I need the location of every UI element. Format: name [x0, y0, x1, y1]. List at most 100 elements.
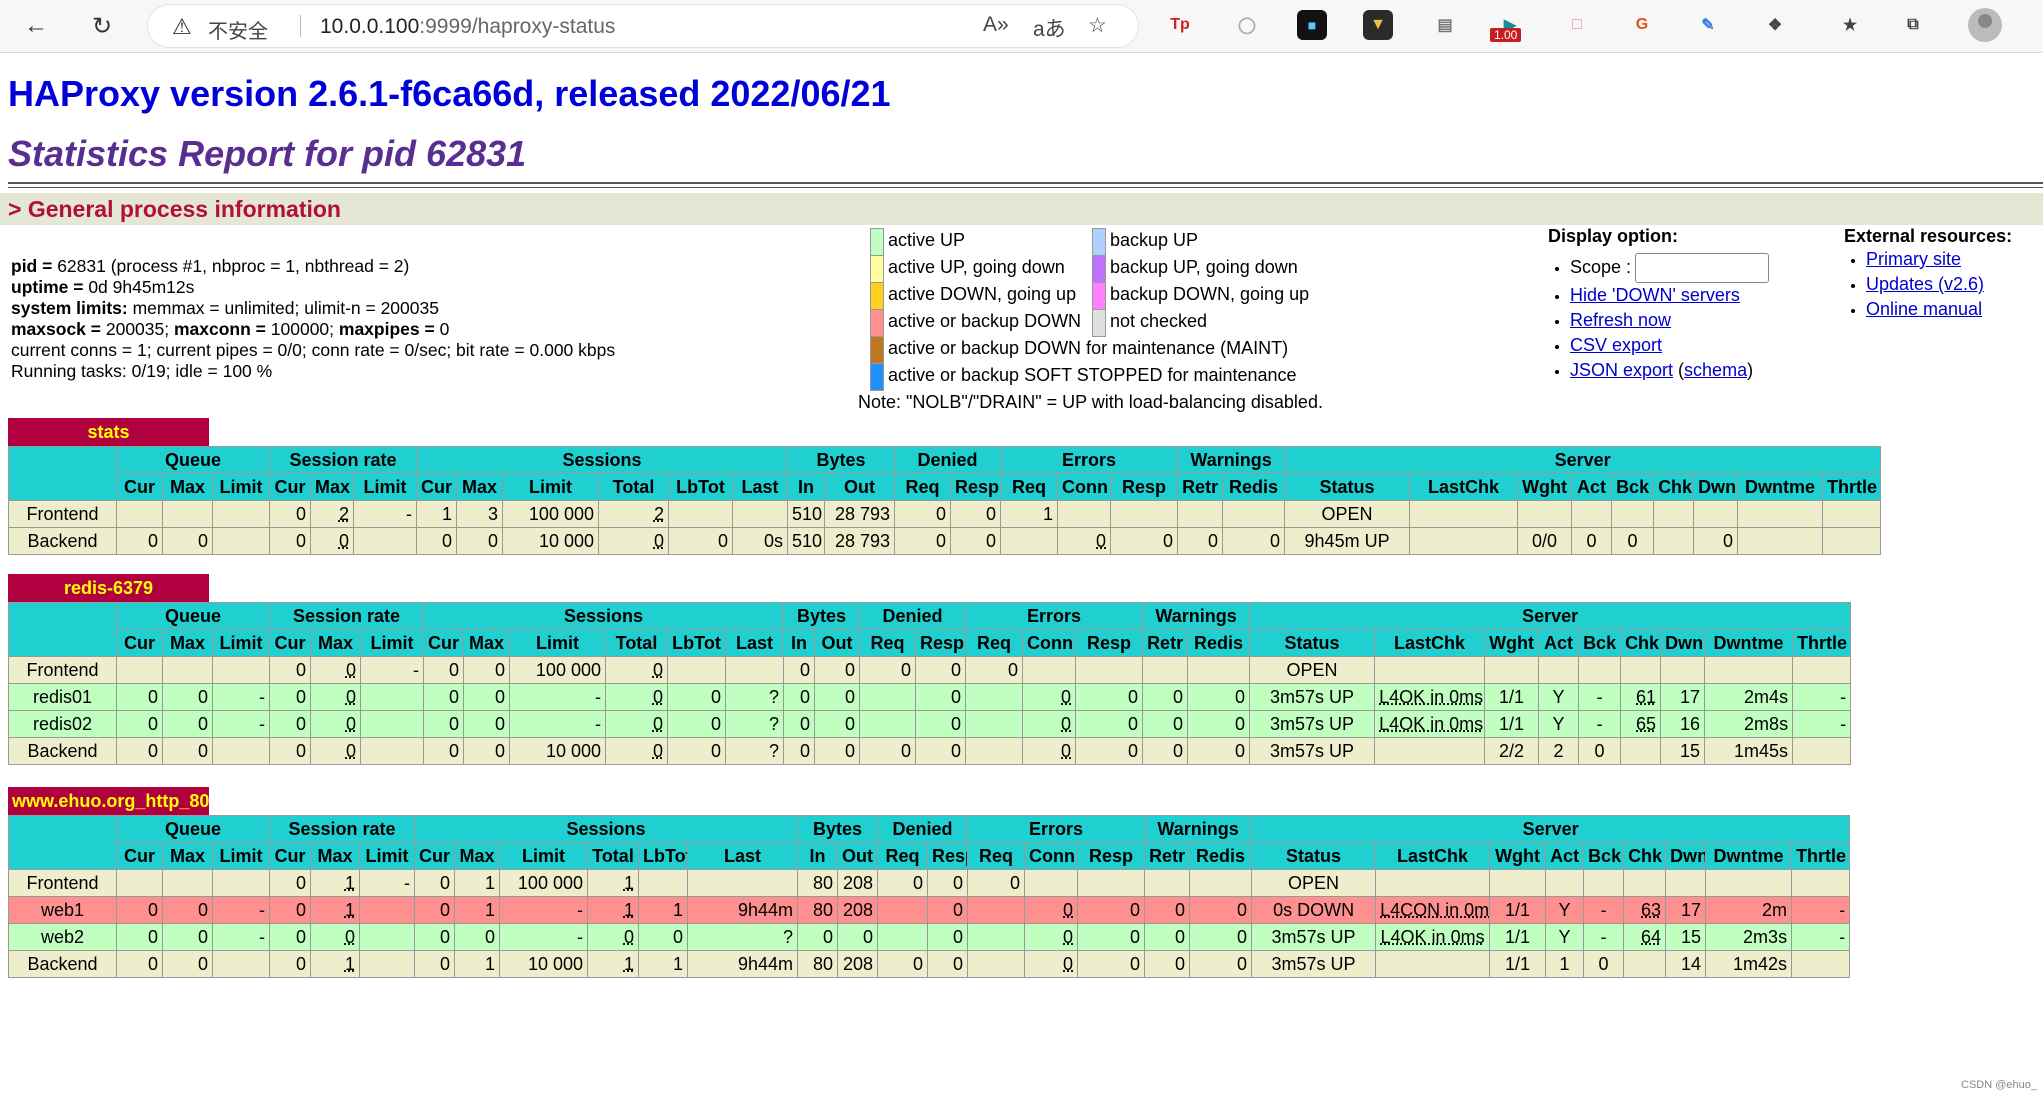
stat-cell[interactable]	[1375, 950, 1491, 978]
proxy-name[interactable]: www.ehuo.org_http_80	[8, 787, 209, 815]
stat-cell: 100 000	[509, 656, 606, 684]
row-label[interactable]: web2	[8, 923, 117, 951]
stat-cell	[360, 683, 424, 711]
row-label[interactable]: Frontend	[8, 869, 117, 897]
row-label[interactable]: redis01	[8, 683, 117, 711]
proxy-name[interactable]: redis-6379	[8, 574, 209, 602]
online-manual-link[interactable]: Online manual	[1866, 299, 1982, 319]
scope-input[interactable]	[1635, 253, 1770, 283]
stat-cell[interactable]: L4OK in 0ms	[1374, 683, 1486, 711]
extension-tv-icon[interactable]: □	[1562, 10, 1592, 40]
translate-icon[interactable]: aあ	[1033, 13, 1066, 43]
extension-translate-icon[interactable]: ✎	[1693, 10, 1723, 40]
column-header: Redis	[1222, 473, 1286, 501]
reload-icon[interactable]: ↻	[86, 10, 118, 42]
stat-cell[interactable]	[1374, 656, 1486, 684]
extension-shield-icon[interactable]: ▼	[1363, 10, 1393, 40]
back-arrow-icon[interactable]: ←	[20, 10, 52, 42]
add-favorite-icon[interactable]: ☆	[1088, 13, 1107, 38]
column-header: Max	[463, 629, 510, 657]
stat-cell: 0	[1144, 896, 1191, 924]
stat-cell: 0	[1022, 737, 1077, 765]
display-options: Display option: Scope : Hide 'DOWN' serv…	[1548, 226, 1770, 383]
stat-cell: 0	[1144, 923, 1191, 951]
updates-link[interactable]: Updates (v2.6)	[1866, 274, 1984, 294]
stat-cell: 0	[1611, 527, 1655, 555]
stat-cell: 0	[310, 683, 361, 711]
stat-cell[interactable]: L4OK in 0ms	[1375, 923, 1491, 951]
stat-cell	[360, 737, 424, 765]
row-label[interactable]: web1	[8, 896, 117, 924]
group-header: Bytes	[797, 815, 879, 843]
stat-cell	[638, 869, 688, 897]
hide-down-link[interactable]: Hide 'DOWN' servers	[1570, 285, 1740, 305]
column-header: Total	[598, 473, 669, 501]
stat-cell	[116, 656, 163, 684]
extension-reader-icon[interactable]: ▤	[1430, 10, 1460, 40]
primary-site-link[interactable]: Primary site	[1866, 249, 1961, 269]
stat-cell[interactable]	[1409, 527, 1519, 555]
stat-cell: 2	[1538, 737, 1580, 765]
row-label[interactable]: Backend	[8, 737, 117, 765]
stat-cell	[1791, 950, 1851, 978]
collections-icon[interactable]: ⧉	[1898, 10, 1928, 40]
stat-cell[interactable]: L4CON in 0ms	[1375, 896, 1491, 924]
stat-cell	[1737, 500, 1824, 528]
favorites-icon[interactable]: ★	[1835, 10, 1865, 40]
stat-cell: 0	[116, 683, 163, 711]
stat-cell	[668, 500, 733, 528]
stat-cell: 3m57s UP	[1251, 950, 1377, 978]
browser-toolbar: ← ↻ ⚠ 不安全 10.0.0.100:9999/haproxy-status…	[0, 0, 2043, 53]
stat-cell: 0	[950, 527, 1002, 555]
stat-cell: 28 793	[824, 527, 896, 555]
row-label[interactable]: Frontend	[8, 656, 117, 684]
title-divider	[8, 182, 2043, 188]
stat-cell: 0	[116, 923, 163, 951]
profile-avatar[interactable]	[1968, 8, 2002, 42]
stat-cell: 0	[1187, 737, 1251, 765]
address-bar[interactable]: ⚠ 不安全 10.0.0.100:9999/haproxy-status A» …	[148, 5, 1138, 47]
read-aloud-icon[interactable]: A»	[983, 13, 1009, 37]
stat-cell: 1	[587, 950, 639, 978]
column-header: Bck	[1611, 473, 1655, 501]
proxy-name[interactable]: stats	[8, 418, 209, 446]
stat-cell: 1	[416, 500, 457, 528]
row-label[interactable]: Backend	[8, 950, 117, 978]
stat-cell: 2m3s	[1705, 923, 1793, 951]
row-label[interactable]: redis02	[8, 710, 117, 738]
stat-cell[interactable]: L4OK in 0ms	[1374, 710, 1486, 738]
stat-cell	[212, 950, 270, 978]
csv-export-link[interactable]: CSV export	[1570, 335, 1662, 355]
stat-cell[interactable]	[1409, 500, 1519, 528]
stat-cell	[212, 869, 270, 897]
schema-link[interactable]: schema	[1684, 360, 1747, 380]
stat-cell: 0	[1189, 950, 1253, 978]
url-text[interactable]: 10.0.0.100:9999/haproxy-status	[320, 15, 615, 39]
stat-cell	[877, 923, 929, 951]
refresh-link[interactable]: Refresh now	[1570, 310, 1671, 330]
stat-cell: 3m57s UP	[1251, 923, 1377, 951]
stat-cell: 1/1	[1489, 950, 1547, 978]
extensions-puzzle-icon[interactable]: ❖	[1760, 10, 1790, 40]
stat-cell: 208	[837, 950, 879, 978]
group-header: Sessions	[415, 446, 789, 474]
extension-g-icon[interactable]: G	[1627, 10, 1657, 40]
column-header: Retr	[1142, 629, 1189, 657]
row-label[interactable]: Backend	[8, 527, 117, 555]
json-export-link[interactable]: JSON export	[1570, 360, 1673, 380]
stat-cell	[724, 656, 785, 684]
stat-cell: 0	[423, 710, 464, 738]
stat-cell: 17	[1665, 896, 1707, 924]
row-label[interactable]: Frontend	[8, 500, 117, 528]
stat-cell: -	[499, 923, 588, 951]
extension-game-icon[interactable]: ■	[1297, 10, 1327, 40]
legend-label: active or backup SOFT STOPPED for mainte…	[888, 365, 1297, 385]
extension-tp-icon[interactable]: Tp	[1165, 10, 1195, 40]
table-row: Backend 0 0 0 0 0 0 10 000 0 0? 0 0 0 0 0 0 0 0 3m57s UP 2/…	[8, 737, 1852, 765]
stat-cell[interactable]	[1374, 737, 1486, 765]
column-header: Conn	[1057, 473, 1112, 501]
column-header: In	[787, 473, 826, 501]
stat-cell[interactable]	[1375, 869, 1491, 897]
extension-arch-icon[interactable]: ◯	[1232, 10, 1262, 40]
column-header: LbTot	[668, 473, 733, 501]
